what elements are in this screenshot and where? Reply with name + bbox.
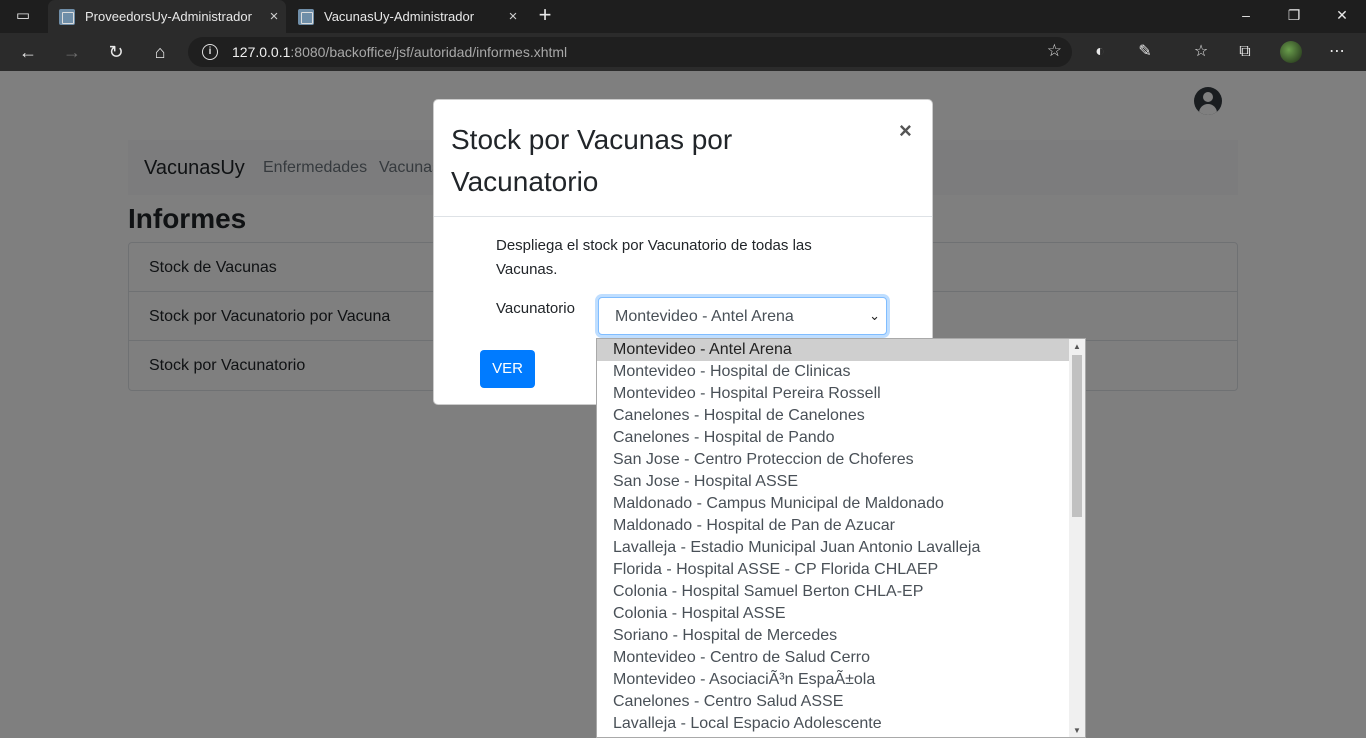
dropdown-option[interactable]: Montevideo - Antel Arena	[597, 339, 1070, 361]
dropdown-option[interactable]: San Jose - Hospital ASSE	[597, 471, 1070, 493]
add-favorite-icon[interactable]: ☆	[1047, 41, 1062, 61]
extension-paint-icon[interactable]: ✎	[1134, 41, 1156, 63]
url-bar[interactable]: i 127.0.0.1:8080/backoffice/jsf/autorida…	[188, 37, 1072, 67]
dropdown-option[interactable]: Lavalleja - Estadio Municipal Juan Anton…	[597, 537, 1070, 559]
reload-icon[interactable]: ↻	[102, 38, 130, 66]
new-tab-icon[interactable]: +	[533, 4, 557, 28]
dropdown-scrollbar[interactable]: ▲ ▼	[1069, 339, 1085, 737]
vacunatorio-dropdown: Montevideo - Antel Arena Montevideo - Hos…	[596, 338, 1086, 738]
dropdown-options: Montevideo - Antel Arena Montevideo - Hos…	[597, 339, 1070, 735]
window-controls: – ❐ ✕	[1222, 0, 1366, 33]
dropdown-option[interactable]: Maldonado - Hospital de Pan de Azucar	[597, 515, 1070, 537]
site-favicon-icon	[59, 8, 75, 25]
url-text[interactable]: 127.0.0.1:8080/backoffice/jsf/autoridad/…	[232, 44, 567, 60]
dropdown-option[interactable]: Florida - Hospital ASSE - CP Florida CHL…	[597, 559, 1070, 581]
dropdown-option[interactable]: Canelones - Hospital de Canelones	[597, 405, 1070, 427]
tab-close-icon[interactable]: ×	[262, 8, 286, 25]
back-icon[interactable]: ←	[14, 38, 42, 66]
select-value: Montevideo - Antel Arena	[615, 308, 794, 325]
dropdown-option[interactable]: Maldonado - Campus Municipal de Maldonad…	[597, 493, 1070, 515]
minimize-icon[interactable]: –	[1222, 0, 1270, 33]
url-path: :8080/backoffice/jsf/autoridad/informes.…	[290, 44, 568, 60]
profile-avatar[interactable]	[1280, 41, 1302, 63]
dropdown-option[interactable]: Lavalleja - Local Espacio Adolescente	[597, 713, 1070, 735]
modal-header: Stock por Vacunas por Vacunatorio ×	[434, 100, 932, 217]
close-icon[interactable]: ×	[899, 118, 912, 144]
window-close-icon[interactable]: ✕	[1318, 0, 1366, 33]
tab-vacunasuy[interactable]: VacunasUy-Administrador ×	[287, 0, 525, 33]
vacunatorio-select[interactable]: Montevideo - Antel Arena ⌄	[598, 297, 887, 335]
tab-title: ProveedorsUy-Administrador	[85, 9, 252, 24]
browser-tab-bar: ▭ ProveedorsUy-Administrador × VacunasUy…	[0, 0, 1366, 33]
modal-description: Despliega el stock por Vacunatorio de to…	[496, 237, 812, 278]
site-info-icon[interactable]: i	[202, 44, 218, 60]
site-favicon-icon	[298, 8, 314, 25]
ver-button[interactable]: VER	[480, 350, 535, 388]
tab-actions-icon[interactable]: ▭	[14, 7, 32, 25]
dropdown-option[interactable]: Colonia - Hospital ASSE	[597, 603, 1070, 625]
scroll-up-icon[interactable]: ▲	[1069, 339, 1085, 355]
tab-close-icon[interactable]: ×	[501, 8, 525, 25]
tab-title: VacunasUy-Administrador	[324, 9, 475, 24]
scroll-thumb[interactable]	[1072, 355, 1082, 517]
dropdown-option[interactable]: Montevideo - Hospital Pereira Rossell	[597, 383, 1070, 405]
dropdown-option[interactable]: Canelones - Hospital de Pando	[597, 427, 1070, 449]
url-host: 127.0.0.1	[232, 44, 291, 60]
favorites-icon[interactable]: ☆	[1190, 41, 1212, 63]
tab-proveedoruy[interactable]: ProveedorsUy-Administrador ×	[48, 0, 286, 33]
dropdown-option[interactable]: San Jose - Centro Proteccion de Choferes	[597, 449, 1070, 471]
vacunatorio-label: Vacunatorio	[496, 300, 575, 317]
modal-title: Stock por Vacunas por Vacunatorio	[451, 124, 733, 197]
scroll-down-icon[interactable]: ▼	[1069, 723, 1085, 737]
collections-icon[interactable]: ⧉	[1234, 41, 1256, 63]
more-menu-icon[interactable]: ⋯	[1326, 41, 1348, 63]
chevron-down-icon: ⌄	[869, 308, 880, 323]
home-icon[interactable]: ⌂	[146, 38, 174, 66]
dropdown-option[interactable]: Montevideo - AsociaciÃ³n EspaÃ±ola	[597, 669, 1070, 691]
restore-icon[interactable]: ❐	[1270, 0, 1318, 33]
address-toolbar: ← → ↻ ⌂ i 127.0.0.1:8080/backoffice/jsf/…	[0, 33, 1366, 71]
dropdown-option[interactable]: Montevideo - Centro de Salud Cerro	[597, 647, 1070, 669]
dropdown-option[interactable]: Canelones - Centro Salud ASSE	[597, 691, 1070, 713]
extension-icon[interactable]: ◐	[1089, 41, 1111, 63]
forward-icon[interactable]: →	[58, 38, 86, 66]
dropdown-option[interactable]: Colonia - Hospital Samuel Berton CHLA-EP	[597, 581, 1070, 603]
dropdown-option[interactable]: Montevideo - Hospital de Clinicas	[597, 361, 1070, 383]
dropdown-option[interactable]: Soriano - Hospital de Mercedes	[597, 625, 1070, 647]
